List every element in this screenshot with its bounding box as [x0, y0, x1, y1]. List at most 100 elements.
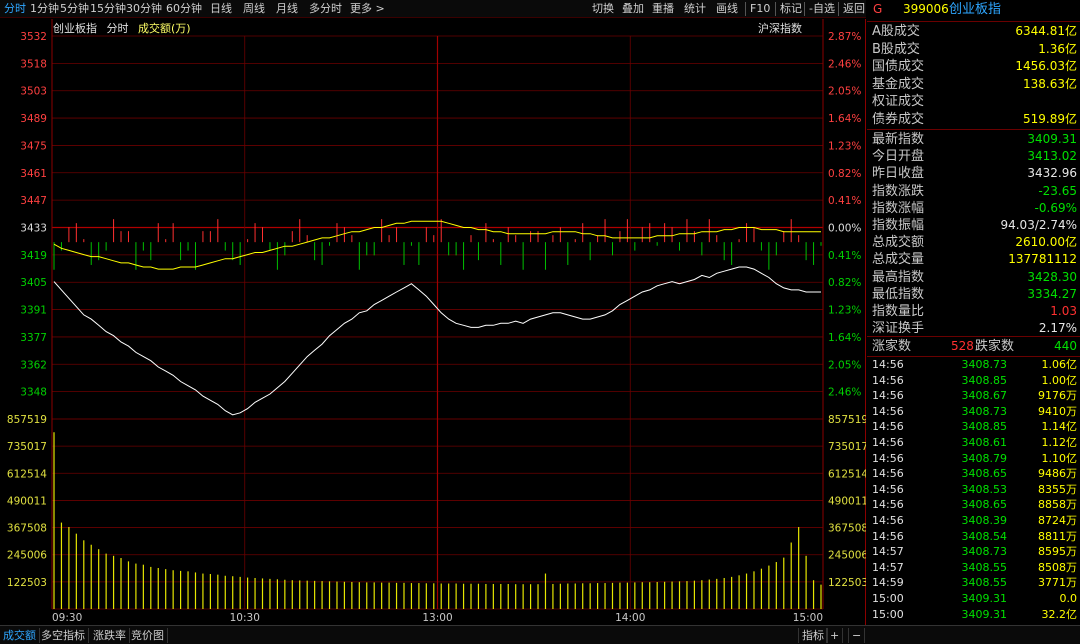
indicator-tab-1[interactable]: 多空指标 [38, 628, 89, 643]
indicator-tab-3[interactable]: 竞价图 [128, 628, 168, 643]
tick-time: 15:00 [872, 592, 904, 605]
tick-row: 14:56 3408.67 9176万 [867, 388, 1080, 404]
stat-label: 深证换手 [872, 321, 925, 337]
zoom-in-button[interactable]: + [826, 628, 844, 643]
axis-labels: 3532 3518 3503 3489 3475 3461 3447 3433 3419 3405… [7, 31, 866, 624]
volume-axis-label: 735017 [7, 441, 47, 453]
tick-row: 14:57 3408.55 8508万 [867, 560, 1080, 576]
tick-row: 15:00 3409.31 0.0 [867, 591, 1080, 607]
volume-axis-label: 122503 [7, 577, 47, 589]
tick-amount: 8724万 [1038, 514, 1077, 527]
price-axis-label: 3433 [20, 223, 47, 235]
stat-row: 昨日收盘 3432.96 [867, 165, 1080, 182]
stat-label: A股成交 [872, 24, 920, 39]
toolbar-button-4[interactable]: 画线 [716, 2, 738, 16]
tick-time: 14:59 [872, 576, 904, 590]
market-breadth: 涨家数 528 跌家数 440 [867, 338, 1080, 355]
tick-amount: 9176万 [1038, 389, 1077, 403]
tick-amount: 1.12亿 [1041, 436, 1078, 449]
tick-price: 3408.61 [961, 436, 1008, 449]
tick-price: 3408.39 [961, 514, 1008, 527]
stat-label: 昨日收盘 [872, 166, 925, 182]
divider [867, 129, 1080, 130]
group-badge: G [873, 2, 883, 16]
tick-time: 14:56 [872, 420, 904, 434]
tick-amount: 8858万 [1038, 498, 1077, 512]
toolbar-button-5[interactable]: F10 [745, 2, 770, 16]
percent-axis-label: 0.82% [828, 168, 861, 180]
tick-price: 3408.85 [961, 420, 1008, 434]
period-tab-4[interactable]: 30分钟 [126, 2, 162, 16]
compare-button[interactable]: 沪深指数 [758, 20, 802, 36]
quote-panel: G 399006 创业板指 A股成交 6344.81亿 B股成交 1.36亿 国债成交 1… [867, 0, 1080, 625]
toolbar-button-7[interactable]: -自选 [804, 2, 835, 16]
toolbar-button-6[interactable]: 标记 [775, 2, 802, 16]
stat-label: 指数涨幅 [872, 200, 925, 216]
percent-axis-label: 1.23% [828, 305, 861, 317]
period-tab-5[interactable]: 60分钟 [166, 2, 202, 16]
price-axis-label: 3362 [20, 359, 47, 371]
zoom-out-button[interactable]: − [848, 628, 866, 643]
percent-axis-label: 2.05% [828, 86, 861, 98]
period-tab-0[interactable]: 分时 [4, 2, 26, 16]
stat-value: 3432.96 [1027, 166, 1077, 181]
tick-time: 14:56 [872, 467, 904, 481]
tick-amount: 1.10亿 [1041, 451, 1078, 465]
stat-value: -23.65 [1038, 183, 1077, 198]
stat-row: 深证换手 2.17% [867, 320, 1080, 337]
stat-row: 国债成交 1456.03亿 [867, 58, 1080, 75]
intraday-chart[interactable]: 3532 3518 3503 3489 3475 3461 3447 3433 3419 3405… [0, 19, 866, 625]
toolbar-button-8[interactable]: 返回 [838, 2, 865, 16]
stat-row: 权证成交 [867, 93, 1080, 110]
tick-price: 3408.65 [961, 498, 1008, 512]
price-axis-label: 3447 [20, 195, 47, 207]
stat-row: 最高指数 3428.30 [867, 269, 1080, 286]
period-tab-3[interactable]: 15分钟 [90, 2, 126, 16]
toolbar-button-1[interactable]: 叠加 [622, 2, 644, 16]
tick-amount: 3771万 [1038, 576, 1077, 590]
tick-time: 14:57 [872, 545, 904, 559]
period-tab-2[interactable]: 5分钟 [60, 2, 89, 16]
tick-price: 3408.55 [961, 560, 1008, 574]
volume-axis-label: 735017 [828, 441, 866, 453]
indicator-tab-0[interactable]: 成交额 [0, 628, 40, 643]
tick-amount: 9410万 [1038, 404, 1077, 418]
volume-axis-label: 612514 [7, 468, 47, 480]
indicator-tab-2[interactable]: 涨跌率 [90, 628, 130, 643]
percent-axis-label: 0.41% [828, 195, 861, 207]
divider [867, 21, 1080, 22]
percent-axis-label: 1.64% [828, 332, 861, 344]
tick-time: 14:56 [872, 514, 904, 527]
tick-price: 3408.79 [961, 451, 1008, 465]
period-tab-8[interactable]: 月线 [276, 2, 298, 16]
stat-value: 137781112 [1008, 252, 1077, 267]
period-tab-7[interactable]: 周线 [243, 2, 265, 16]
time-axis-label: 10:30 [230, 612, 260, 624]
stat-label: 总成交额 [872, 235, 925, 251]
period-tab-10[interactable]: 更多 > [350, 2, 385, 16]
indicator-menu-button[interactable]: 指标 [798, 628, 828, 643]
toolbar-button-3[interactable]: 统计 [684, 2, 706, 16]
grid [51, 19, 824, 610]
tick-time: 14:56 [872, 498, 904, 512]
tick-time: 14:57 [872, 560, 904, 574]
price-axis-label: 3405 [20, 277, 47, 289]
stat-value: 94.03/2.74% [1000, 218, 1077, 232]
period-tab-1[interactable]: 1分钟 [30, 2, 59, 16]
toolbar-button-2[interactable]: 重播 [652, 2, 674, 16]
percent-axis-label: 2.46% [828, 387, 861, 399]
tick-row: 14:56 3408.79 1.10亿 [867, 451, 1080, 467]
period-tab-9[interactable]: 多分时 [309, 2, 342, 16]
percent-axis-label: 0.00% [828, 223, 861, 235]
stat-label: 指数涨跌 [872, 183, 925, 199]
toolbar-button-0[interactable]: 切换 [592, 2, 614, 16]
price-axis-label: 3532 [20, 31, 47, 43]
stat-label: 总成交量 [872, 252, 925, 268]
tick-amount: 8595万 [1038, 545, 1077, 559]
tick-time: 14:56 [872, 451, 904, 465]
stat-row: A股成交 6344.81亿 [867, 23, 1080, 40]
period-tab-6[interactable]: 日线 [210, 2, 232, 16]
stat-row: 今日开盘 3413.02 [867, 148, 1080, 165]
volume-axis-label: 245006 [7, 550, 47, 562]
quote-header: G 399006 创业板指 [867, 1, 1080, 21]
